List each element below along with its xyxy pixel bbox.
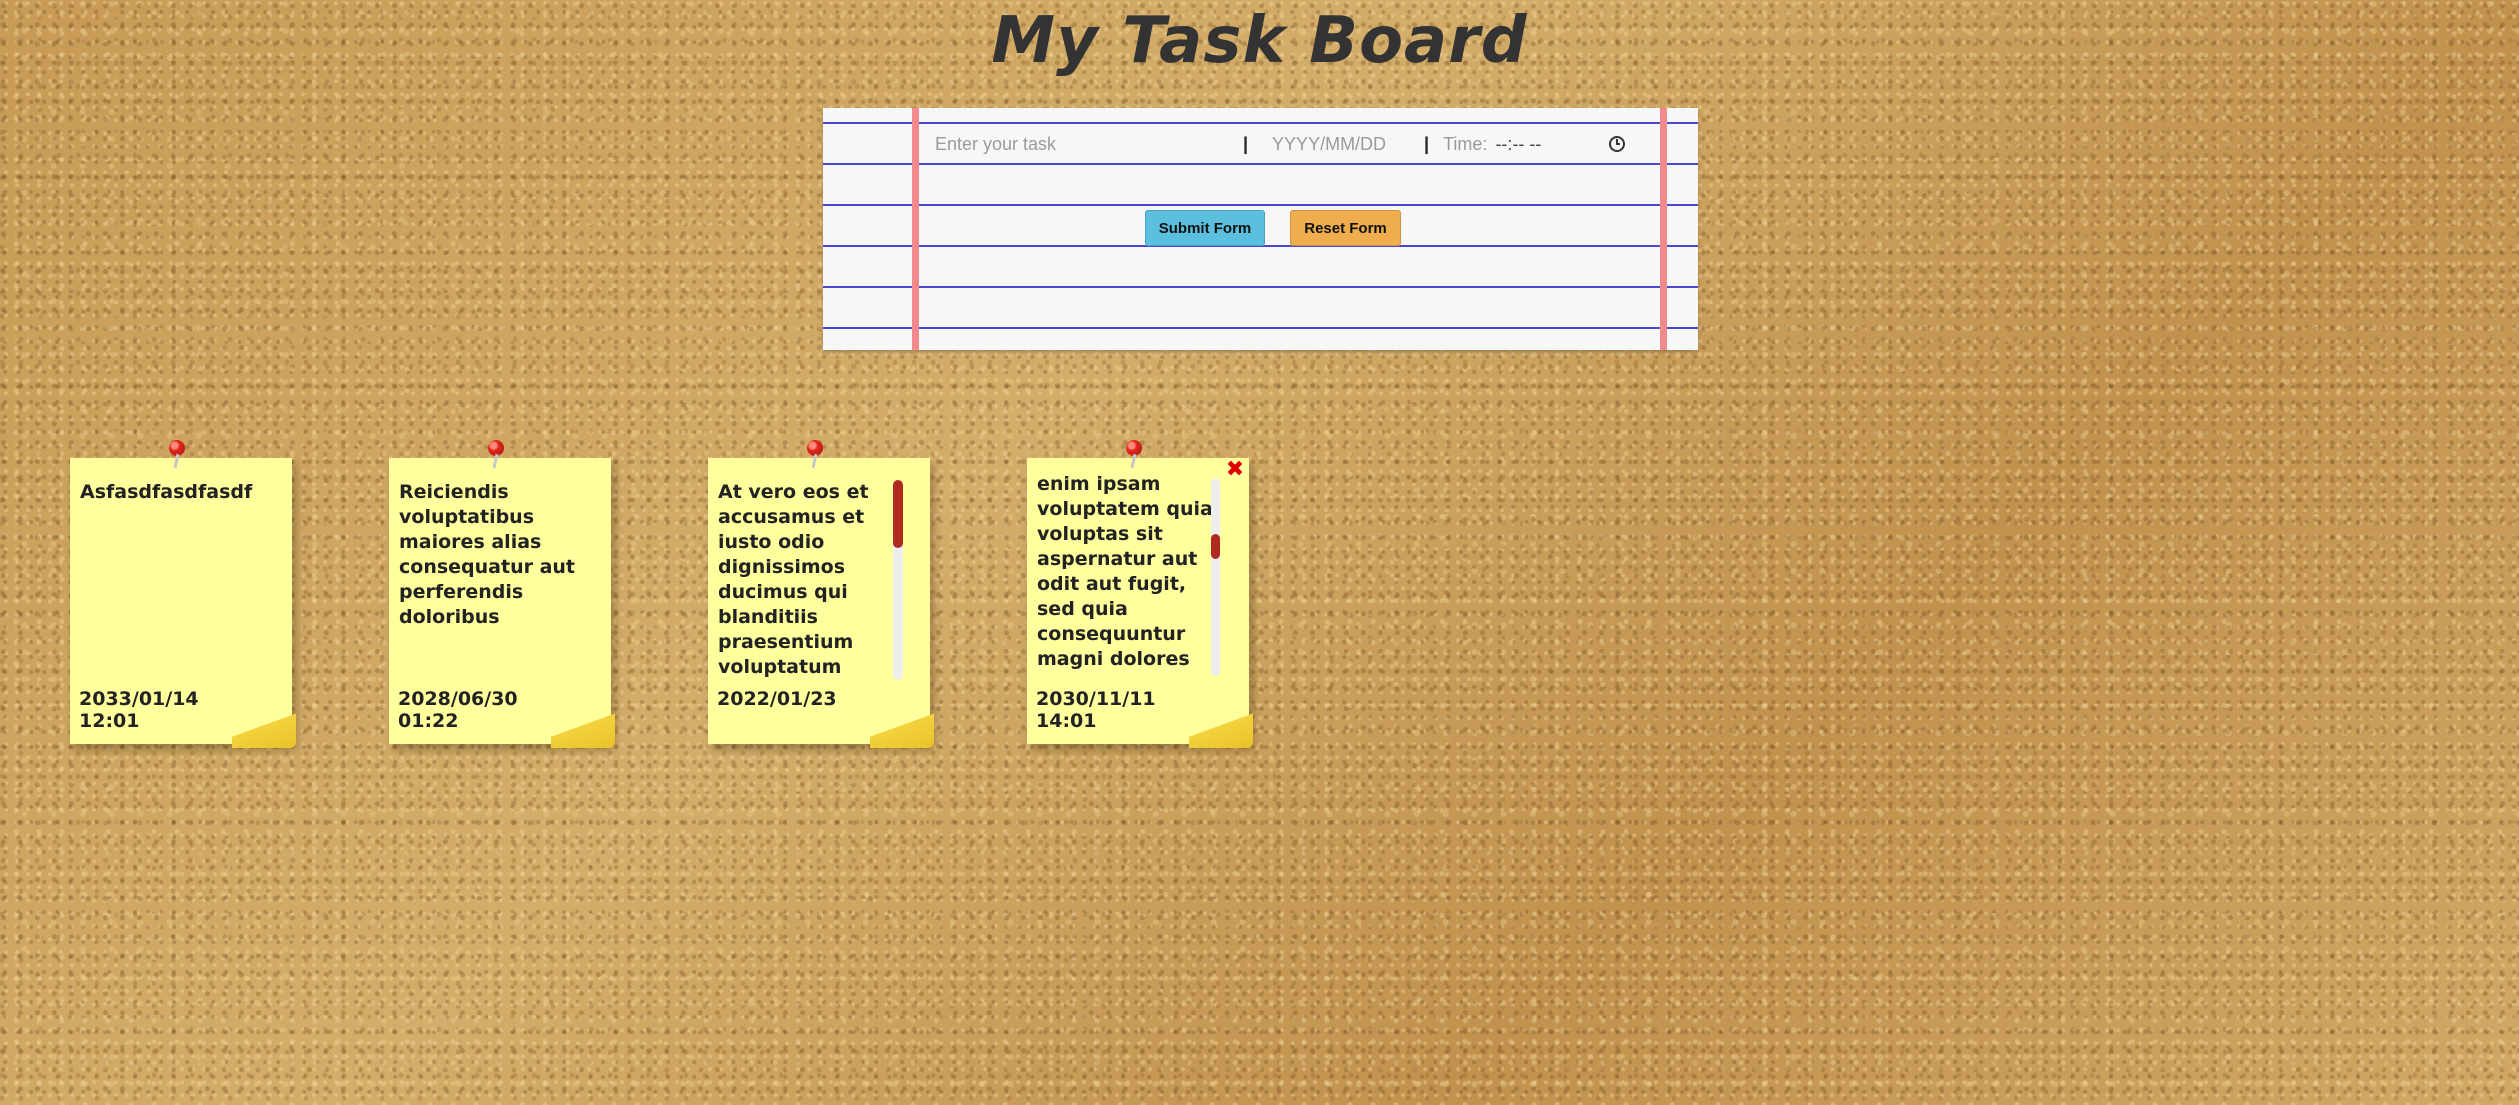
note-text: enim ipsam voluptatem quia voluptas sit … [1037,473,1213,670]
task-note: At vero eos et accusamus et iusto odio d… [708,440,934,748]
pushpin-icon [166,440,188,470]
note-scrollbar-thumb[interactable] [1211,534,1220,559]
task-input[interactable] [931,133,1229,155]
task-note: Reiciendis voluptatibus maiores alias co… [389,440,615,748]
page-title: My Task Board [991,4,1528,78]
note-date: 2030/11/11 [1036,688,1156,710]
task-form-row: | | Time: --:-- -- [931,130,1626,158]
submit-form-button[interactable]: Submit Form [1145,210,1265,246]
note-datetime: 2030/11/11 14:01 [1036,688,1156,732]
date-input[interactable] [1262,133,1411,155]
task-form-paper: | | Time: --:-- -- Submit Form Reset For… [823,108,1698,350]
clock-icon[interactable] [1609,136,1626,152]
note-time: 01:22 [398,710,459,732]
time-input[interactable]: --:-- -- [1495,134,1605,155]
note-scrollbar[interactable] [1211,478,1220,676]
note-date: 2033/01/14 [79,688,199,710]
note-date: 2022/01/23 [717,688,837,710]
task-note: Asfasdfasdfasdf 2033/01/14 12:01 [70,440,296,748]
reset-form-button[interactable]: Reset Form [1290,210,1401,246]
note-datetime: 2033/01/14 12:01 [79,688,199,732]
note-text: At vero eos et accusamus et iusto odio d… [718,481,869,678]
note-time: 12:01 [79,710,140,732]
note-scrollbar-thumb[interactable] [893,480,903,548]
note-text: Asfasdfasdfasdf [80,481,253,503]
paper-margin-right [1660,108,1667,350]
note-datetime: 2022/01/23 [717,688,837,710]
note-scrollbar[interactable] [893,480,903,680]
form-separator: | [1243,133,1249,154]
form-separator: | [1424,133,1430,154]
paper-margin-left [912,108,919,350]
note-time: 14:01 [1036,710,1097,732]
pushpin-icon [485,440,507,470]
note-date: 2028/06/30 [398,688,518,710]
note-datetime: 2028/06/30 01:22 [398,688,518,732]
pushpin-icon [1123,440,1145,470]
note-text: Reiciendis voluptatibus maiores alias co… [399,481,576,628]
task-note: ✖ enim ipsam voluptatem quia voluptas si… [1027,440,1253,748]
pushpin-icon [804,440,826,470]
close-icon[interactable]: ✖ [1225,459,1245,481]
time-label: Time: [1443,133,1488,154]
